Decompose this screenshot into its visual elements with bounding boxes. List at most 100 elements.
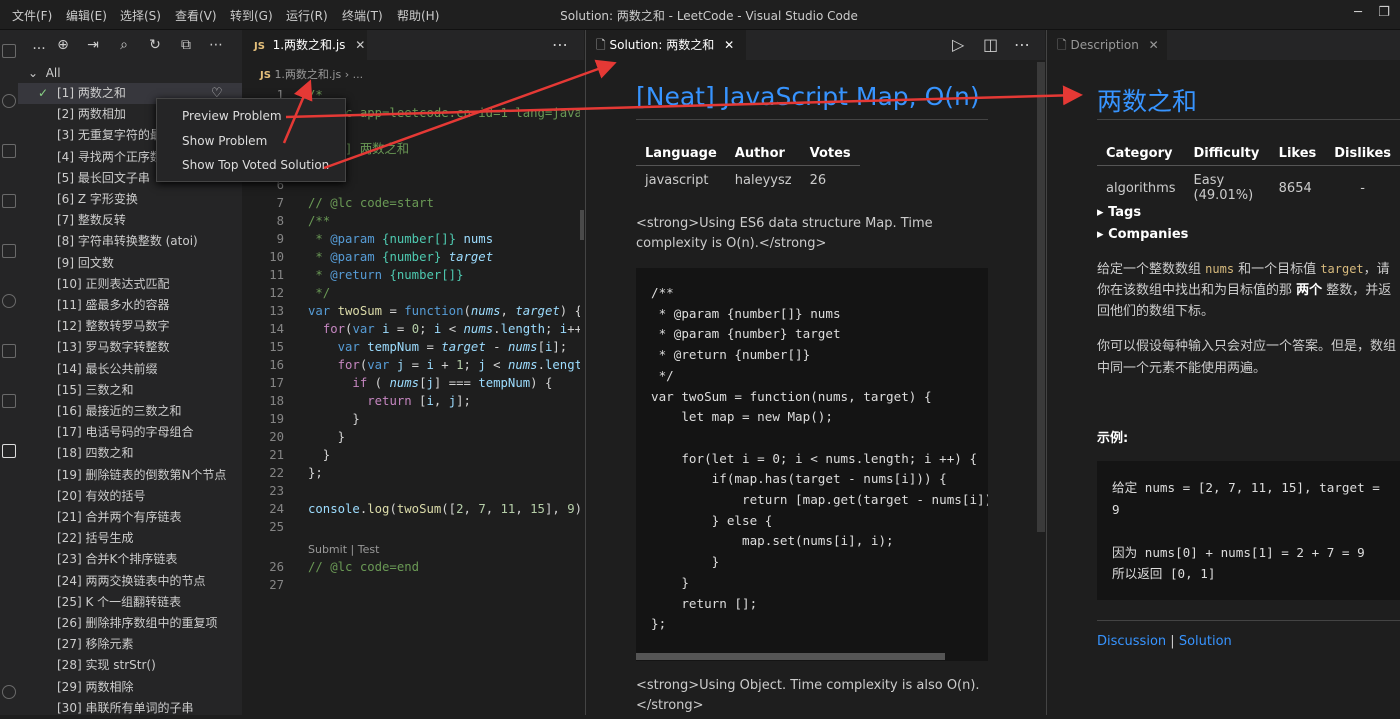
code-line[interactable]: 9 * @param {number[]} nums — [242, 230, 582, 248]
problem-item[interactable]: [23] 合并K个排序链表 — [18, 549, 242, 570]
code-line[interactable]: 7 // @lc code=start — [242, 194, 582, 212]
explorer-icon[interactable] — [2, 44, 16, 58]
source-control-icon[interactable] — [2, 144, 16, 158]
code-line[interactable]: 18 return [i, j]; — [242, 392, 582, 410]
close-icon[interactable]: ✕ — [724, 38, 734, 52]
problem-title[interactable]: 两数之和 — [1097, 82, 1197, 118]
search-icon[interactable] — [2, 94, 16, 108]
problem-item[interactable]: [30] 串联所有单词的子串 — [18, 698, 242, 719]
problem-item[interactable]: [8] 字符串转换整数 (atoi) — [18, 231, 242, 252]
more-actions-icon[interactable]: ⋯ — [1014, 30, 1030, 60]
menu-show-problem[interactable]: Show Problem — [182, 134, 267, 148]
code-line[interactable]: 8 /** — [242, 212, 582, 230]
problem-item[interactable]: [11] 盛最多水的容器 — [18, 295, 242, 316]
problem-item[interactable]: [12] 整数转罗马数字 — [18, 316, 242, 337]
author-link[interactable]: haleyysz — [726, 166, 801, 193]
problem-item[interactable]: [13] 罗马数字转整数 — [18, 337, 242, 358]
code-line[interactable]: 23 — [242, 482, 582, 500]
split-editor-icon[interactable]: ◫ — [983, 30, 998, 60]
sign-in-icon[interactable]: ⇥ — [84, 36, 102, 54]
scrollbar[interactable] — [580, 210, 584, 240]
docker-icon[interactable] — [2, 394, 16, 408]
breadcrumb-file[interactable]: 1.两数之和.js — [274, 68, 341, 81]
code-line[interactable]: 19 } — [242, 410, 582, 428]
testing-icon[interactable] — [2, 344, 16, 358]
run-icon[interactable] — [2, 194, 16, 208]
problem-item[interactable]: [26] 删除排序数组中的重复项 — [18, 613, 242, 634]
globe-icon[interactable]: ⊕ — [54, 36, 72, 54]
remote-icon[interactable] — [2, 294, 16, 308]
problem-item[interactable]: [7] 整数反转 — [18, 210, 242, 231]
problem-item[interactable]: [14] 最长公共前缀 — [18, 359, 242, 380]
column-header: Dislikes — [1325, 142, 1400, 166]
solution-link[interactable]: Solution — [1179, 634, 1232, 649]
tab-solution[interactable]: 🗋 Solution: 两数之和 ✕ — [586, 30, 746, 60]
close-icon[interactable]: ✕ — [355, 38, 365, 52]
code-line[interactable]: 16 for(var j = i + 1; j < nums.length; j… — [242, 356, 582, 374]
more-actions-icon[interactable]: ⋯ — [207, 36, 225, 54]
problem-item[interactable]: [21] 合并两个有序链表 — [18, 507, 242, 528]
problem-item[interactable]: [24] 两两交换链表中的节点 — [18, 571, 242, 592]
companies-toggle[interactable]: ▸ Companies — [1097, 227, 1188, 242]
problem-item[interactable]: [28] 实现 strStr() — [18, 655, 242, 676]
code-line[interactable]: 12 */ — [242, 284, 582, 302]
refresh-icon[interactable]: ↻ — [146, 36, 164, 54]
discussion-link[interactable]: Discussion — [1097, 634, 1166, 649]
tree-root-all[interactable]: ⌄ All — [28, 66, 61, 80]
problem-item[interactable]: [29] 两数相除 — [18, 677, 242, 698]
code-line[interactable]: 20 } — [242, 428, 582, 446]
tags-toggle[interactable]: ▸ Tags — [1097, 205, 1141, 220]
code-line[interactable]: 10 * @param {number} target — [242, 248, 582, 266]
code-line[interactable]: 14 for(var i = 0; i < nums.length; i++) … — [242, 320, 582, 338]
extensions-icon[interactable] — [2, 244, 16, 258]
code-line[interactable]: 15 var tempNum = target - nums[i]; — [242, 338, 582, 356]
code-line[interactable]: 27 — [242, 576, 582, 594]
solution-code-line: */ — [651, 367, 674, 383]
problem-item[interactable]: [17] 电话号码的字母组合 — [18, 422, 242, 443]
run-icon[interactable]: ▷ — [952, 30, 964, 60]
search-problem-icon[interactable]: ⌕ — [115, 36, 133, 54]
line-number: 12 — [269, 286, 284, 300]
menu-preview-problem[interactable]: Preview Problem — [182, 109, 282, 123]
codelens-actions[interactable]: Submit | Test — [308, 543, 379, 556]
account-icon[interactable] — [2, 685, 16, 699]
scrollbar[interactable] — [1037, 62, 1045, 532]
problem-label: [24] 两两交换链表中的节点 — [57, 573, 206, 588]
code-line[interactable]: 21 } — [242, 446, 582, 464]
problem-item[interactable]: [25] K 个一组翻转链表 — [18, 592, 242, 613]
minimize-icon[interactable]: ─ — [1348, 5, 1368, 25]
menu-show-top-voted-solution[interactable]: Show Top Voted Solution — [182, 158, 329, 172]
code-line[interactable]: 13 var twoSum = function(nums, target) { — [242, 302, 582, 320]
close-icon[interactable]: ✕ — [1149, 38, 1159, 52]
code-line[interactable]: 17 if ( nums[j] === tempNum) { — [242, 374, 582, 392]
code-line[interactable]: 26 // @lc code=end — [242, 558, 582, 576]
code-line[interactable]: 11 * @return {number[]} — [242, 266, 582, 284]
problem-item[interactable]: [27] 移除元素 — [18, 634, 242, 655]
code-hscrollbar[interactable] — [636, 653, 945, 660]
restore-icon[interactable]: ❐ — [1374, 5, 1394, 25]
code-line[interactable]: 25 — [242, 518, 582, 536]
tab-description[interactable]: 🗋 Description ✕ — [1047, 30, 1167, 60]
breadcrumb-rest[interactable]: › ... — [345, 68, 363, 81]
problem-item[interactable]: [10] 正则表达式匹配 — [18, 274, 242, 295]
problem-item[interactable]: [22] 括号生成 — [18, 528, 242, 549]
problem-item[interactable]: [19] 删除链表的倒数第N个节点 — [18, 465, 242, 486]
problem-label: [7] 整数反转 — [57, 213, 126, 228]
more-actions-icon[interactable]: ⋯ — [552, 30, 568, 60]
leetcode-icon[interactable] — [2, 444, 16, 458]
problem-item[interactable]: [9] 回文数 — [18, 253, 242, 274]
problem-item[interactable]: [16] 最接近的三数之和 — [18, 401, 242, 422]
solution-title[interactable]: [Neat] JavaScript Map, O(n) — [636, 82, 980, 111]
collapse-all-icon[interactable]: ⧉ — [177, 36, 195, 54]
problem-item[interactable]: [20] 有效的括号 — [18, 486, 242, 507]
problem-item[interactable]: [15] 三数之和 — [18, 380, 242, 401]
problem-label: [16] 最接近的三数之和 — [57, 404, 182, 418]
code-line[interactable]: 24 console.log(twoSum([2, 7, 11, 15], 9))… — [242, 500, 582, 518]
problem-item[interactable]: [18] 四数之和 — [18, 443, 242, 464]
link-separator: | — [1170, 634, 1175, 649]
code-line[interactable]: 22}; — [242, 464, 582, 482]
more-icon[interactable]: ... — [30, 36, 48, 54]
tab-js-file[interactable]: JS 1.两数之和.js ✕ — [242, 30, 367, 60]
problem-label: [8] 字符串转换整数 (atoi) — [57, 234, 198, 249]
problem-item[interactable]: [6] Z 字形变换 — [18, 189, 242, 210]
